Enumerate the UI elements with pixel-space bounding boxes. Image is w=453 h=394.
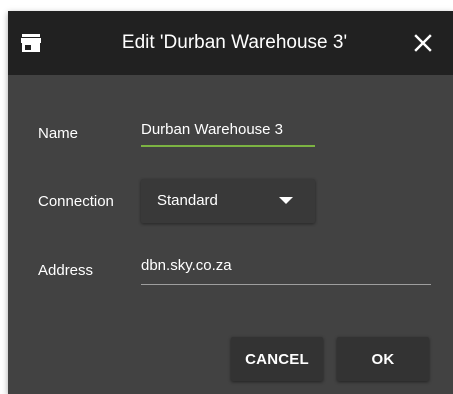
- edit-dialog: Edit 'Durban Warehouse 3' Name Durban Wa…: [8, 11, 453, 394]
- dialog-title: Edit 'Durban Warehouse 3': [121, 32, 348, 53]
- ok-button[interactable]: OK: [337, 337, 429, 381]
- address-input-underline: [141, 284, 431, 285]
- name-input[interactable]: Durban Warehouse 3: [141, 121, 283, 138]
- caret-down-icon: [279, 197, 293, 204]
- dialog-titlebar: Edit 'Durban Warehouse 3': [8, 11, 453, 75]
- connection-label: Connection: [38, 193, 114, 210]
- connection-select[interactable]: Standard: [141, 179, 315, 223]
- name-label: Name: [38, 125, 79, 142]
- address-label: Address: [38, 262, 94, 279]
- name-input-underline: [141, 145, 315, 147]
- cancel-button[interactable]: CANCEL: [231, 337, 323, 381]
- close-icon[interactable]: [413, 33, 433, 53]
- address-input[interactable]: dbn.sky.co.za: [141, 257, 232, 274]
- connection-select-value: Standard: [157, 192, 218, 209]
